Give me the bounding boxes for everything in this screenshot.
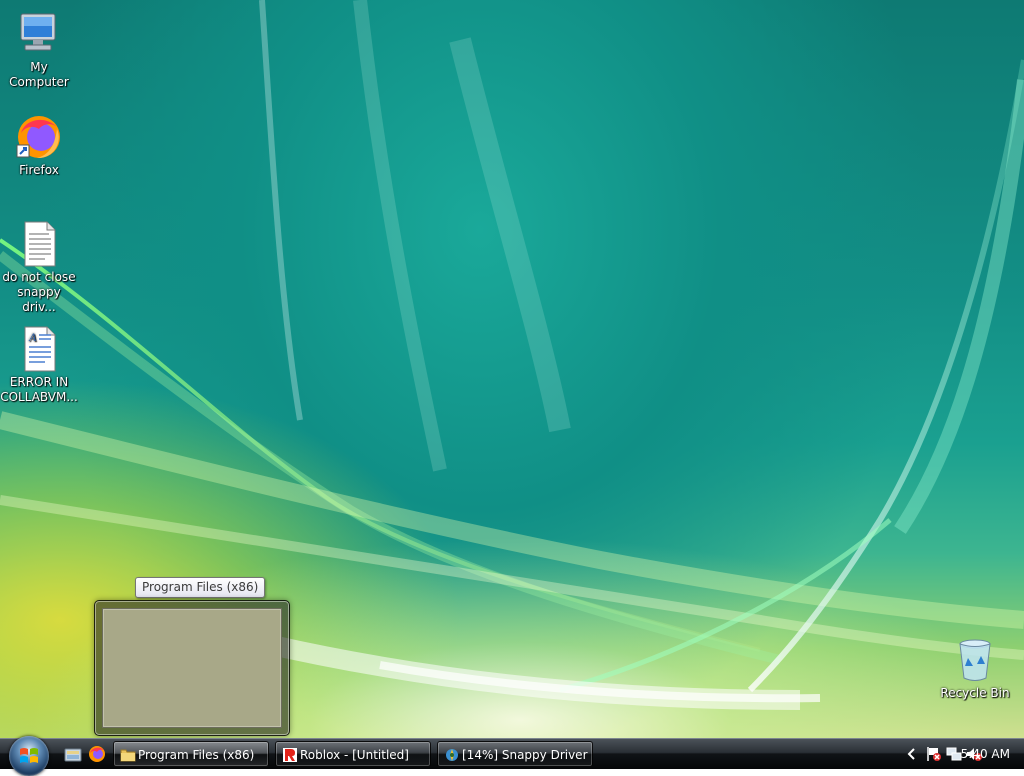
desktop-icon-firefox[interactable]: Firefox bbox=[0, 113, 78, 178]
taskbar-button-label: Program Files (x86) bbox=[138, 748, 255, 762]
desktop-icon-label-line1: ERROR IN bbox=[9, 375, 69, 389]
desktop-icon-do-not-close[interactable]: do not close snappy driv... bbox=[0, 220, 78, 315]
desktop-icon-label: Recycle Bin bbox=[940, 686, 1010, 700]
firefox-icon bbox=[15, 113, 63, 161]
taskbar-button-roblox[interactable]: Roblox - [Untitled] bbox=[275, 741, 431, 767]
taskbar-button-label: Roblox - [Untitled] bbox=[300, 748, 409, 762]
wordpad-document-icon: A bbox=[15, 325, 63, 373]
text-document-icon bbox=[15, 220, 63, 268]
system-tray: 5:40 AM bbox=[874, 739, 1024, 769]
windows-logo-icon bbox=[20, 748, 38, 763]
desktop-icon-recycle-bin[interactable]: Recycle Bin bbox=[936, 636, 1014, 701]
desktop-icon-label-line2: COLLABVM... bbox=[0, 390, 78, 404]
show-hidden-icons-chevron-icon[interactable] bbox=[904, 746, 920, 762]
desktop-icon-error-in-collabvm[interactable]: A ERROR IN COLLABVM... bbox=[0, 325, 78, 405]
taskbar-thumbnail-preview[interactable] bbox=[94, 600, 290, 736]
taskbar: Program Files (x86) Roblox - [Untitled] … bbox=[0, 736, 1024, 776]
desktop-icon-my-computer[interactable]: My Computer bbox=[0, 10, 78, 90]
recycle-bin-icon bbox=[951, 636, 999, 684]
taskbar-button-snappy-driver[interactable]: [14%] Snappy Driver I... bbox=[437, 741, 593, 767]
desktop-icon-label-line1: do not close bbox=[2, 270, 76, 284]
snappy-driver-icon bbox=[446, 749, 458, 761]
network-icon[interactable] bbox=[946, 746, 962, 762]
desktop-icon-label: My Computer bbox=[9, 60, 69, 89]
quicklaunch-show-desktop-icon[interactable] bbox=[64, 745, 82, 763]
taskbar-button-program-files[interactable]: Program Files (x86) bbox=[113, 741, 269, 767]
desktop-icon-label: Firefox bbox=[19, 163, 59, 177]
action-center-flag-icon[interactable] bbox=[926, 746, 942, 762]
taskbar-clock[interactable]: 5:40 AM bbox=[961, 739, 1010, 769]
roblox-icon bbox=[283, 748, 297, 762]
taskbar-thumbnail-tooltip: Program Files (x86) bbox=[135, 577, 266, 598]
thumbnail-window-image bbox=[102, 608, 282, 728]
my-computer-icon bbox=[15, 10, 63, 58]
quicklaunch-firefox-icon[interactable] bbox=[88, 745, 106, 763]
svg-text:A: A bbox=[28, 330, 37, 344]
desktop-icon-label-line2: snappy driv... bbox=[17, 285, 61, 314]
taskbar-button-label: [14%] Snappy Driver I... bbox=[462, 748, 593, 762]
start-button[interactable] bbox=[9, 736, 49, 776]
folder-icon bbox=[120, 749, 136, 762]
